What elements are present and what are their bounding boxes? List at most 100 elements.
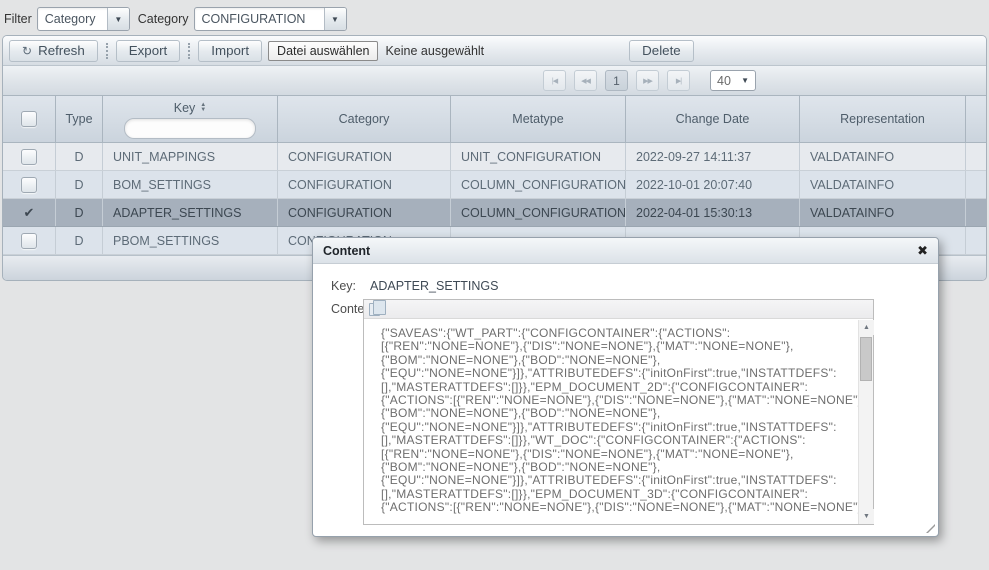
row-select-cell <box>3 171 56 198</box>
column-header-label: Key <box>174 101 196 115</box>
row-select-cell <box>3 227 56 254</box>
column-header-label: Metatype <box>512 112 563 126</box>
scroll-down-icon[interactable]: ▼ <box>859 509 874 524</box>
file-choose-button-label: Datei auswählen <box>277 44 369 58</box>
key-filter-input[interactable] <box>124 118 256 139</box>
paginator-page-button[interactable]: 1 <box>605 70 628 91</box>
cell-representation: VALDATAINFO <box>800 171 966 198</box>
rows-per-page-value: 40 <box>717 74 731 88</box>
table-row[interactable]: ✔DADAPTER_SETTINGSCONFIGURATIONCOLUMN_CO… <box>3 199 986 227</box>
seek-next-icon: ▶▶ <box>643 77 652 85</box>
row-checkbox[interactable] <box>21 149 37 165</box>
category-label: Category <box>138 12 189 26</box>
dialog-title-bar[interactable]: Content ✖ <box>313 238 938 264</box>
content-editor: {"SAVEAS":{"WT_PART":{"CONFIGCONTAINER":… <box>363 299 874 525</box>
cell-metatype: UNIT_CONFIGURATION <box>451 143 626 170</box>
filter-type-dropdown[interactable]: Category ▼ <box>37 7 130 31</box>
file-status-text: Keine ausgewählt <box>385 44 484 58</box>
paginator-first-button[interactable]: |◀ <box>543 70 566 91</box>
category-dropdown-value: CONFIGURATION <box>195 8 312 30</box>
column-header-category: Category <box>278 96 451 142</box>
cell-type: D <box>56 227 103 254</box>
column-header-change-date: Change Date <box>626 96 800 142</box>
import-button[interactable]: Import <box>198 40 262 62</box>
dropdown-arrow-button[interactable]: ▼ <box>107 8 129 30</box>
row-checkbox[interactable] <box>21 177 37 193</box>
current-page-number: 1 <box>613 74 620 88</box>
category-dropdown[interactable]: CONFIGURATION ▼ <box>194 7 347 31</box>
scrollbar-thumb[interactable] <box>860 337 872 381</box>
cell-category: CONFIGURATION <box>278 171 451 198</box>
paginator-next-button[interactable]: ▶▶ <box>636 70 659 91</box>
cell-change-date: 2022-09-27 14:11:37 <box>626 143 800 170</box>
cell-type: D <box>56 171 103 198</box>
cell-category: CONFIGURATION <box>278 143 451 170</box>
seek-first-icon: |◀ <box>552 77 557 85</box>
filter-bar: Filter Category ▼ Category CONFIGURATION… <box>4 6 355 32</box>
cell-representation: VALDATAINFO <box>800 143 966 170</box>
cell-type: D <box>56 143 103 170</box>
cell-change-date: 2022-04-01 15:30:13 <box>626 199 800 226</box>
paginator-prev-button[interactable]: ◀◀ <box>574 70 597 91</box>
filter-label: Filter <box>4 12 32 26</box>
select-all-checkbox[interactable] <box>21 111 37 127</box>
table-header: Type Key ▲ ▼ Category Metatype Change Da… <box>3 95 986 143</box>
cell-metatype: COLUMN_CONFIGURATION <box>451 199 626 226</box>
refresh-button[interactable]: ↻ Refresh <box>9 40 98 62</box>
table-row[interactable]: DBOM_SETTINGSCONFIGURATIONCOLUMN_CONFIGU… <box>3 171 986 199</box>
seek-last-icon: ▶| <box>676 77 681 85</box>
cell-representation: VALDATAINFO <box>800 199 966 226</box>
column-header-metatype: Metatype <box>451 96 626 142</box>
export-button[interactable]: Export <box>116 40 181 62</box>
sort-icon[interactable]: ▲ ▼ <box>200 103 206 113</box>
copy-icon[interactable] <box>369 303 380 316</box>
cell-key: UNIT_MAPPINGS <box>103 143 278 170</box>
row-checkbox[interactable] <box>21 233 37 249</box>
cell-category: CONFIGURATION <box>278 199 451 226</box>
dropdown-arrow-button[interactable]: ▼ <box>324 8 346 30</box>
column-header-label: Representation <box>840 112 925 126</box>
column-header-label: Type <box>65 112 92 126</box>
cell-filler <box>966 199 986 226</box>
dialog-key-label: Key: <box>331 279 356 293</box>
content-editor-toolbar <box>364 300 873 319</box>
refresh-icon: ↻ <box>22 44 32 58</box>
toolbar-separator <box>188 43 190 59</box>
paginator-last-button[interactable]: ▶| <box>667 70 690 91</box>
column-header-label: Change Date <box>676 112 750 126</box>
dialog-key-value: ADAPTER_SETTINGS <box>370 279 499 293</box>
column-header-type: Type <box>56 96 103 142</box>
column-header-label: Category <box>339 112 390 126</box>
chevron-down-icon: ▼ <box>741 76 749 85</box>
content-scrollbar[interactable]: ▲ ▼ <box>858 320 873 524</box>
row-select-cell: ✔ <box>3 199 56 226</box>
cell-key: BOM_SETTINGS <box>103 171 278 198</box>
sort-down-icon: ▼ <box>200 108 206 113</box>
cell-key: PBOM_SETTINGS <box>103 227 278 254</box>
refresh-button-label: Refresh <box>38 43 85 58</box>
rows-per-page-select[interactable]: 40 ▼ <box>710 70 756 91</box>
dialog-resize-grip[interactable] <box>926 524 935 533</box>
toolbar-separator <box>106 43 108 59</box>
cell-filler <box>966 227 986 254</box>
cell-metatype: COLUMN_CONFIGURATION <box>451 171 626 198</box>
table-row[interactable]: DUNIT_MAPPINGSCONFIGURATIONUNIT_CONFIGUR… <box>3 143 986 171</box>
file-choose-button[interactable]: Datei auswählen <box>268 41 378 61</box>
dialog-title: Content <box>323 244 370 258</box>
cell-filler <box>966 171 986 198</box>
chevron-down-icon: ▼ <box>331 15 339 24</box>
close-icon[interactable]: ✖ <box>917 244 928 257</box>
row-checked-icon[interactable]: ✔ <box>24 205 35 221</box>
filter-type-dropdown-value: Category <box>38 8 102 30</box>
export-button-label: Export <box>129 43 168 58</box>
delete-button-label: Delete <box>642 43 681 58</box>
content-dialog: Content ✖ Key: ADAPTER_SETTINGS Content:… <box>312 237 939 537</box>
scroll-up-icon[interactable]: ▲ <box>859 320 874 335</box>
toolbar: ↻ Refresh Export Import Datei auswählen … <box>3 36 986 65</box>
import-button-label: Import <box>211 43 249 58</box>
select-all-header-cell <box>3 96 56 142</box>
cell-filler <box>966 143 986 170</box>
dialog-content-text[interactable]: {"SAVEAS":{"WT_PART":{"CONFIGCONTAINER":… <box>364 320 858 524</box>
delete-button[interactable]: Delete <box>629 40 694 62</box>
column-header-key[interactable]: Key ▲ ▼ <box>103 96 278 142</box>
